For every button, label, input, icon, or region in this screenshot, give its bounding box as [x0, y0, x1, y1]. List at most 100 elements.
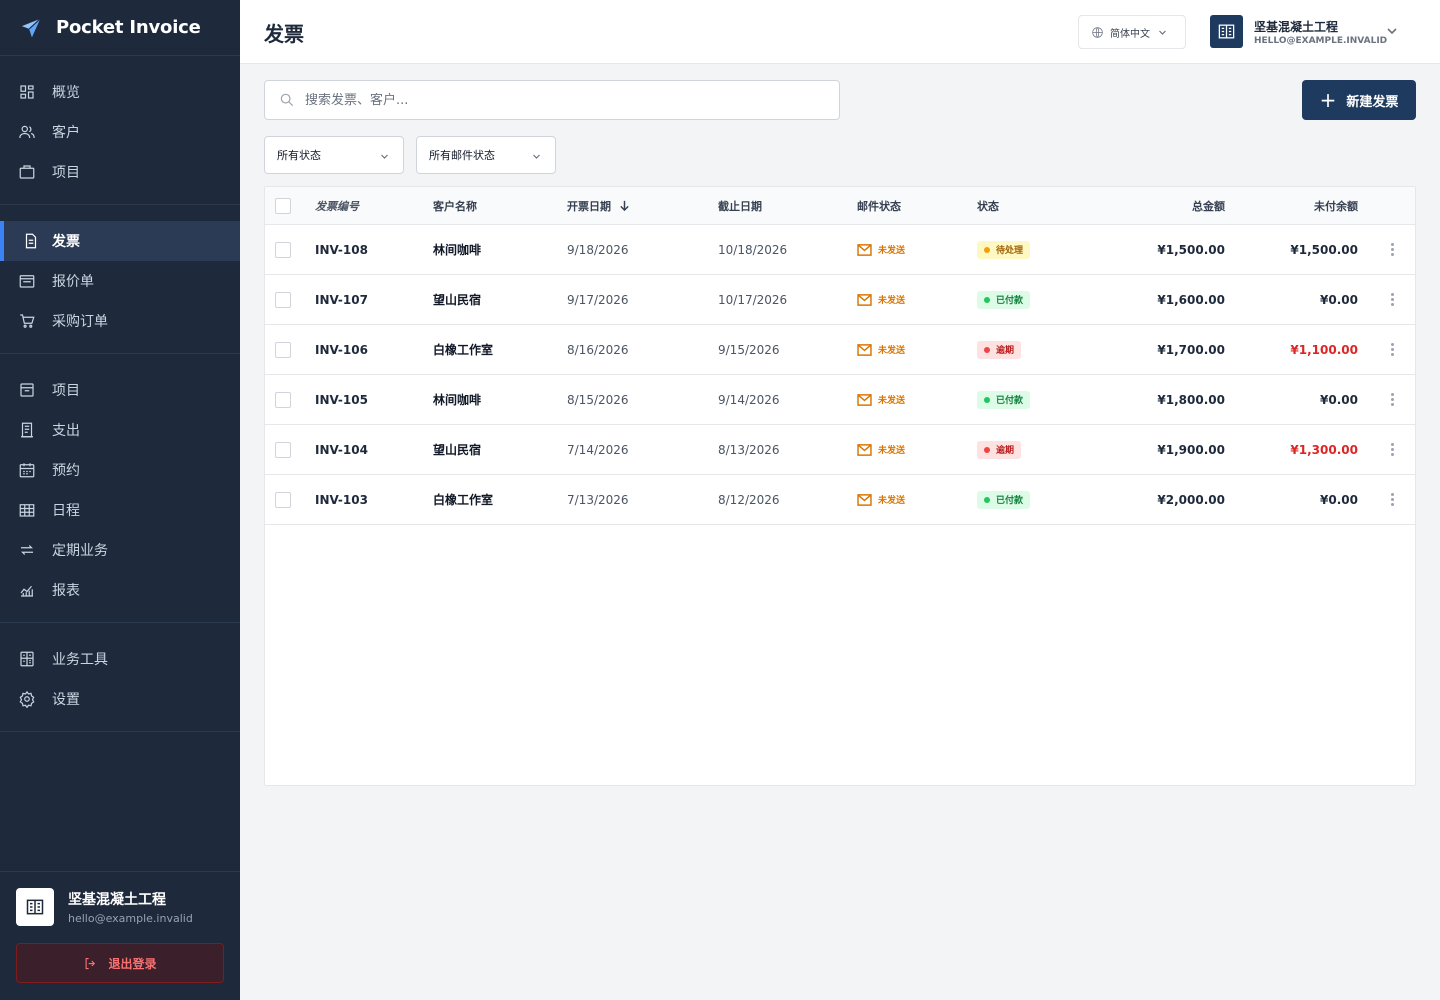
customer-name: 白橡工作室	[433, 343, 494, 357]
total-amount: ¥2,000.00	[1157, 492, 1225, 507]
status-filter[interactable]: 所有状态	[264, 136, 404, 174]
invoice-number[interactable]: INV-108	[315, 225, 368, 274]
issue-date: 9/18/2026	[567, 242, 629, 257]
table-row[interactable]: INV-106 白橡工作室 8/16/2026 9/15/2026 未发送 逾期 ¥1,70…	[265, 325, 1415, 375]
brand[interactable]: Pocket Invoice	[0, 0, 240, 56]
sidebar-item-archive[interactable]: 项目	[0, 370, 240, 410]
org-switcher[interactable]: 坚基混凝土工程 HELLO@EXAMPLE.INVALID	[1210, 15, 1387, 48]
table-row[interactable]: INV-104 望山民宿 7/14/2026 8/13/2026 未发送 逾期 ¥1,900…	[265, 425, 1415, 475]
status-cell: 已付款	[977, 275, 1031, 324]
row-checkbox[interactable]	[275, 291, 291, 308]
customer-name: 林间咖啡	[433, 243, 482, 257]
nav-group: 发票报价单 采购订单	[0, 205, 240, 354]
sidebar-item-gear[interactable]: 设置	[0, 679, 240, 719]
globe-icon	[1092, 26, 1103, 38]
folder-icon	[18, 272, 36, 290]
select-all-checkbox[interactable]	[275, 197, 291, 214]
table-row[interactable]: INV-105 林间咖啡 8/15/2026 9/14/2026 未发送 已付款 ¥1,80…	[265, 375, 1415, 425]
customer-name: 白橡工作室	[433, 493, 494, 507]
search-icon	[280, 93, 294, 107]
sidebar-item-document[interactable]: 发票	[0, 221, 240, 261]
row-checkbox[interactable]	[275, 491, 291, 508]
invoice-number[interactable]: INV-107	[315, 275, 368, 324]
chevron-down-icon[interactable]	[1386, 25, 1398, 37]
table-row[interactable]: INV-108 林间咖啡 9/18/2026 10/18/2026 未发送 待处理 ¥1,5…	[265, 225, 1415, 275]
search-input[interactable]	[305, 92, 805, 108]
col-balance[interactable]: 未付余额	[1314, 187, 1358, 224]
row-checkbox[interactable]	[275, 441, 291, 458]
total-amount: ¥1,500.00	[1157, 242, 1225, 257]
table-row[interactable]: INV-103 白橡工作室 7/13/2026 8/12/2026 未发送 已付款 ¥2,0…	[265, 475, 1415, 525]
new-invoice-button[interactable]: + 新建发票	[1302, 80, 1416, 120]
sidebar-item-label: 项目	[52, 165, 80, 181]
row-actions[interactable]	[1390, 225, 1394, 274]
language-selector[interactable]: 简体中文	[1078, 15, 1186, 49]
status-dot	[984, 396, 990, 403]
row-actions[interactable]	[1390, 375, 1394, 424]
table-body: INV-108 林间咖啡 9/18/2026 10/18/2026 未发送 待处理 ¥1,5…	[265, 225, 1415, 525]
row-checkbox[interactable]	[275, 241, 291, 258]
row-select-cell	[275, 225, 291, 274]
col-mail-status[interactable]: 邮件状态	[857, 187, 901, 224]
status-dot	[984, 246, 990, 253]
sidebar-item-users[interactable]: 客户	[0, 112, 240, 152]
status-dot	[984, 446, 990, 453]
sidebar-item-receipt[interactable]: 支出	[0, 410, 240, 450]
sidebar-item-table[interactable]: 日程	[0, 490, 240, 530]
nav-group: 项目支出 预约日程定期业务 报表	[0, 354, 240, 623]
col-status[interactable]: 状态	[977, 187, 999, 224]
status-dot	[984, 346, 990, 353]
row-actions[interactable]	[1390, 475, 1394, 524]
sidebar-item-calendar[interactable]: 预约	[0, 450, 240, 490]
row-select-cell	[275, 475, 291, 524]
mail-status-cell: 未发送	[857, 375, 905, 424]
account-name: 坚基混凝土工程	[68, 892, 166, 908]
row-checkbox[interactable]	[275, 341, 291, 358]
row-checkbox[interactable]	[275, 391, 291, 408]
arrow-down-icon	[620, 200, 629, 211]
row-select-cell	[275, 325, 291, 374]
sidebar-item-grid[interactable]: 概览	[0, 72, 240, 112]
table-row[interactable]: INV-107 望山民宿 9/17/2026 10/17/2026 未发送 已付款 ¥1,6…	[265, 275, 1415, 325]
status-badge: 已付款	[977, 290, 1031, 309]
mail-status-badge: 未发送	[857, 493, 905, 506]
paper-plane-icon	[21, 17, 41, 37]
search-box[interactable]	[264, 80, 840, 120]
invoice-number[interactable]: INV-105	[315, 375, 368, 424]
mail-status-label: 未发送	[878, 396, 906, 406]
invoice-number[interactable]: INV-103	[315, 475, 368, 524]
col-issue-date[interactable]: 开票日期	[567, 187, 630, 224]
invoice-number[interactable]: INV-106	[315, 325, 368, 374]
sidebar-item-repeat[interactable]: 定期业务	[0, 530, 240, 570]
status-badge: 逾期	[977, 440, 1022, 459]
sidebar-item-calculator[interactable]: 业务工具	[0, 639, 240, 679]
row-actions[interactable]	[1390, 325, 1394, 374]
building-icon	[1210, 15, 1243, 48]
col-number[interactable]: 发票编号	[315, 187, 359, 224]
row-actions[interactable]	[1390, 425, 1394, 474]
status-label: 逾期	[996, 346, 1015, 356]
invoice-number[interactable]: INV-104	[315, 425, 368, 474]
sidebar-item-briefcase[interactable]: 项目	[0, 152, 240, 192]
page-title: 发票	[264, 22, 304, 46]
row-actions[interactable]	[1390, 275, 1394, 324]
row-select-cell	[275, 275, 291, 324]
mail-status-filter[interactable]: 所有邮件状态	[416, 136, 556, 174]
sidebar-item-label: 项目	[52, 383, 80, 399]
sidebar-item-label: 日程	[52, 503, 80, 519]
sidebar-item-label: 发票	[52, 234, 80, 250]
mail-status-badge: 未发送	[857, 393, 905, 406]
col-due-date[interactable]: 截止日期	[718, 187, 762, 224]
col-total[interactable]: 总金额	[1192, 187, 1225, 224]
envelope-icon	[857, 443, 872, 456]
sidebar-item-cart[interactable]: 采购订单	[0, 301, 240, 341]
sidebar-item-folder[interactable]: 报价单	[0, 261, 240, 301]
top-header: 发票 简体中文 坚基混凝土工程 HELLO@EXAMPLE.INVALID	[240, 0, 1440, 64]
logout-icon	[86, 957, 96, 969]
row-select-cell	[275, 375, 291, 424]
logout-button[interactable]: 退出登录	[16, 943, 224, 983]
sidebar-item-chart[interactable]: 报表	[0, 570, 240, 610]
col-customer[interactable]: 客户名称	[433, 187, 477, 224]
mail-status-label: 未发送	[878, 246, 906, 256]
org-email: HELLO@EXAMPLE.INVALID	[1254, 35, 1388, 46]
